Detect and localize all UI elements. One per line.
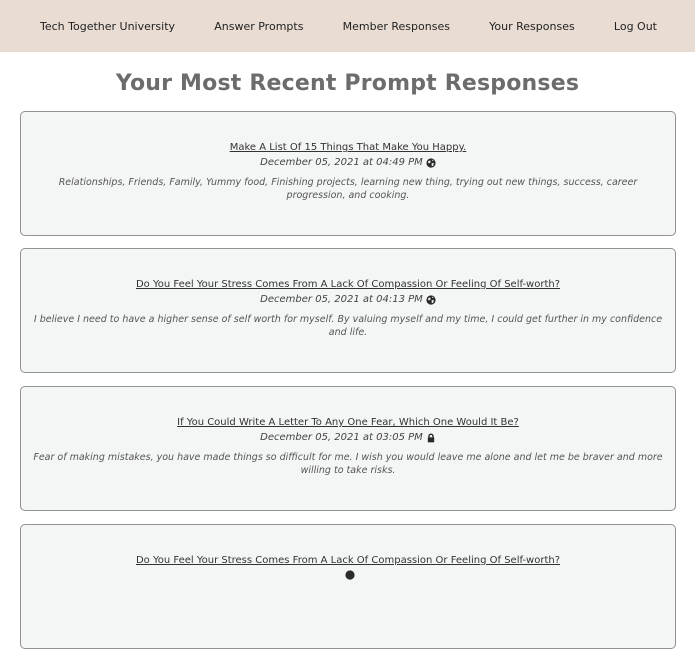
globe-icon — [426, 294, 436, 305]
response-card: If You Could Write A Letter To Any One F… — [20, 386, 676, 511]
globe-icon — [426, 157, 436, 168]
prompt-title-link[interactable]: Do You Feel Your Stress Comes From A Lac… — [33, 279, 663, 290]
lock-icon — [426, 433, 436, 443]
response-date: December 05, 2021 at 04:13 PM — [33, 294, 663, 305]
top-navbar: Tech Together University Answer Prompts … — [0, 0, 695, 52]
nav-answer-prompts-link[interactable]: Answer Prompts — [214, 20, 303, 33]
prompt-title-link[interactable]: Do You Feel Your Stress Comes From A Lac… — [33, 555, 663, 566]
response-text: I believe I need to have a higher sense … — [33, 314, 663, 338]
response-timestamp: December 05, 2021 at 04:49 PM — [260, 157, 423, 168]
response-card: Do You Feel Your Stress Comes From A Lac… — [20, 248, 676, 373]
response-date: December 05, 2021 at 04:49 PM — [33, 157, 663, 168]
prompt-title-link[interactable]: If You Could Write A Letter To Any One F… — [33, 417, 663, 428]
nav-brand-link[interactable]: Tech Together University — [40, 20, 175, 33]
nav-logout-link[interactable]: Log Out — [614, 20, 657, 33]
response-date — [33, 570, 663, 580]
response-timestamp: December 05, 2021 at 04:13 PM — [260, 294, 423, 305]
prompt-title-link[interactable]: Make A List Of 15 Things That Make You H… — [33, 142, 663, 153]
response-text: Fear of making mistakes, you have made t… — [33, 452, 663, 476]
response-timestamp: December 05, 2021 at 03:05 PM — [260, 432, 423, 443]
globe-icon — [344, 570, 355, 580]
nav-your-responses-link[interactable]: Your Responses — [489, 20, 575, 33]
response-date: December 05, 2021 at 03:05 PM — [33, 432, 663, 443]
response-card: Do You Feel Your Stress Comes From A Lac… — [20, 524, 676, 649]
nav-member-responses-link[interactable]: Member Responses — [343, 20, 450, 33]
response-card: Make A List Of 15 Things That Make You H… — [20, 111, 676, 236]
page-title: Your Most Recent Prompt Responses — [115, 71, 580, 96]
response-text: Relationships, Friends, Family, Yummy fo… — [58, 177, 638, 201]
